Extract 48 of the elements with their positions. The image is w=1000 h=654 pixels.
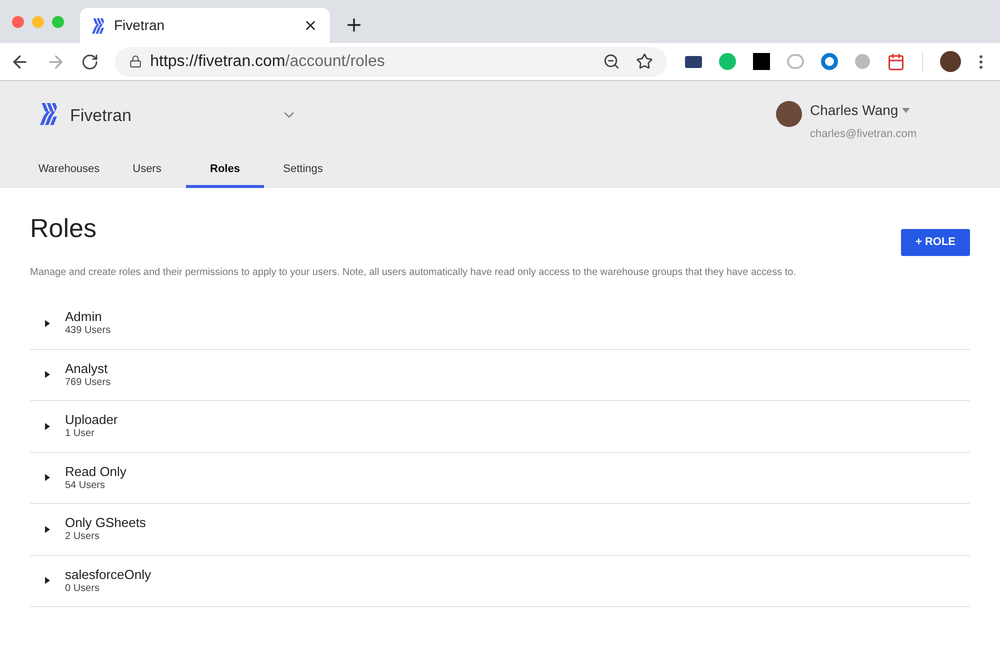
caret-icon[interactable]: [45, 422, 51, 430]
user-email: charles@fivetran.com: [810, 128, 917, 140]
user-count: 54 Users: [65, 479, 106, 492]
user-count: 0 Users: [65, 582, 100, 595]
profile-avatar[interactable]: [940, 51, 961, 72]
bookmark-star-icon[interactable]: [636, 53, 653, 70]
brand-name: Fivetran: [70, 105, 132, 127]
user-avatar[interactable]: [776, 101, 802, 127]
reload-icon[interactable]: [81, 52, 100, 70]
browser-tab[interactable]: Fivetran: [80, 8, 330, 43]
lock-icon: [129, 55, 142, 68]
address-field[interactable]: https://fivetran.com/account/roles: [115, 46, 667, 76]
role-row[interactable]: salesforceOnly 0 Users: [30, 556, 970, 607]
role-row[interactable]: Uploader 1 User: [30, 401, 970, 452]
calendar-icon[interactable]: [886, 52, 905, 70]
nav-tab[interactable]: Users: [108, 154, 186, 188]
role-name: Only GSheets: [65, 515, 146, 530]
role-name: Admin: [65, 309, 103, 324]
role-row[interactable]: Analyst 769 Users: [30, 350, 970, 401]
role-name: Analyst: [65, 360, 109, 376]
nav-tab[interactable]: Settings: [264, 154, 342, 188]
zoom-icon[interactable]: [602, 53, 620, 70]
role-name: Uploader: [65, 412, 118, 428]
caret-icon[interactable]: [45, 474, 51, 482]
role-row[interactable]: Admin 439 Users: [30, 298, 970, 350]
caret-icon[interactable]: [45, 577, 51, 584]
extension-icon[interactable]: [752, 53, 770, 70]
role-name: Read Only: [65, 464, 126, 479]
role-row[interactable]: Only GSheets 2 Users: [30, 504, 970, 556]
extension-icon[interactable]: [684, 56, 702, 68]
user-count: 2 Users: [65, 530, 100, 544]
nav-tab[interactable]: Roles: [186, 154, 264, 188]
logo-icon: [40, 102, 57, 126]
role-row[interactable]: Read Only 54 Users: [30, 452, 970, 504]
role-name: salesforceOnly: [65, 566, 151, 582]
user-count: 439 Users: [65, 324, 111, 338]
user-count: 1 User: [65, 427, 96, 440]
caret-icon[interactable]: [45, 526, 51, 533]
caret-icon[interactable]: [45, 371, 51, 378]
page-title: Roles: [30, 212, 98, 244]
close-icon[interactable]: [303, 18, 318, 33]
logo-icon: [92, 18, 104, 34]
nav-tab[interactable]: Warehouses: [30, 154, 108, 188]
add-role-button[interactable]: + ROLE: [901, 229, 970, 256]
page-description: Manage and create roles and their permissions to apply to your users. Note, all users automatically have read only access to the warehouse groups that they have access to.: [30, 266, 797, 280]
caret-icon[interactable]: [45, 320, 51, 327]
user-name[interactable]: Charles Wang: [810, 100, 898, 121]
user-count: 769 Users: [65, 376, 111, 389]
